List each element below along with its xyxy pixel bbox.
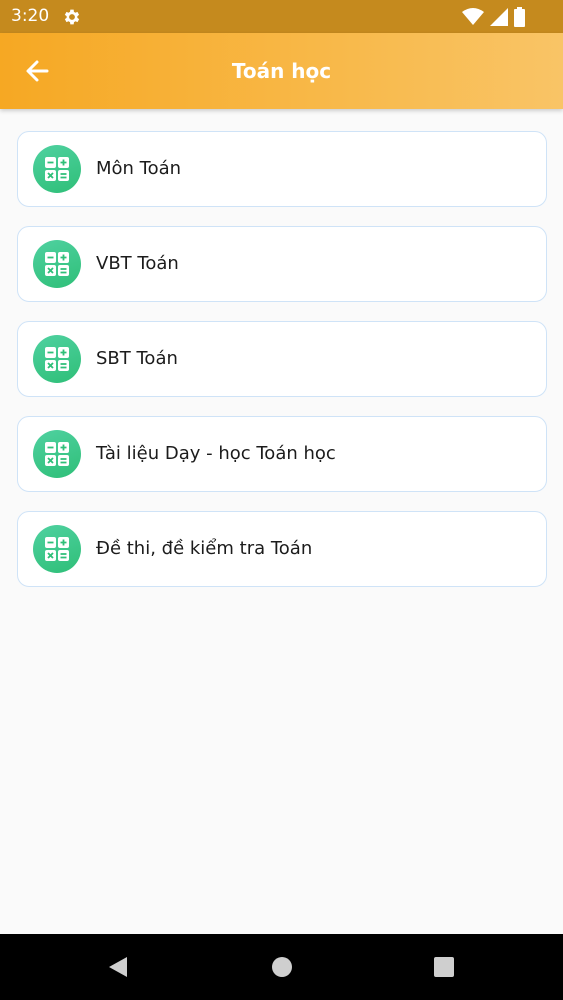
nav-home-icon[interactable]	[270, 955, 294, 979]
calculator-icon	[33, 240, 81, 288]
list-item-label: Đề thi, đề kiểm tra Toán	[96, 538, 313, 559]
list-item-tai-lieu[interactable]: Tài liệu Dạy - học Toán học	[17, 416, 547, 492]
gear-icon	[64, 9, 80, 25]
signal-icon	[490, 8, 508, 26]
list-item-label: SBT Toán	[96, 348, 178, 369]
nav-recents-icon[interactable]	[432, 955, 456, 979]
page-title: Toán học	[231, 59, 332, 83]
app-bar: Toán học	[0, 33, 563, 109]
calculator-icon	[33, 145, 81, 193]
calculator-icon	[33, 335, 81, 383]
navigation-bar	[0, 934, 563, 1000]
list-item-label: Tài liệu Dạy - học Toán học	[96, 443, 336, 464]
calculator-icon	[33, 430, 81, 478]
list-item-label: Môn Toán	[96, 158, 182, 179]
status-bar: 3:20	[0, 0, 563, 33]
status-icons	[462, 6, 525, 28]
battery-icon	[514, 7, 525, 27]
book-list: Môn Toán VBT Toán SBT Toán Tài liệu Dạy …	[17, 131, 547, 606]
nav-back-icon[interactable]	[106, 955, 130, 979]
status-time: 3:20	[11, 6, 50, 26]
list-item-mon-toan[interactable]: Môn Toán	[17, 131, 547, 207]
list-item-sbt-toan[interactable]: SBT Toán	[17, 321, 547, 397]
list-item-vbt-toan[interactable]: VBT Toán	[17, 226, 547, 302]
wifi-icon	[462, 8, 484, 25]
calculator-icon	[33, 525, 81, 573]
list-item-label: VBT Toán	[96, 253, 179, 274]
list-item-de-thi[interactable]: Đề thi, đề kiểm tra Toán	[17, 511, 547, 587]
